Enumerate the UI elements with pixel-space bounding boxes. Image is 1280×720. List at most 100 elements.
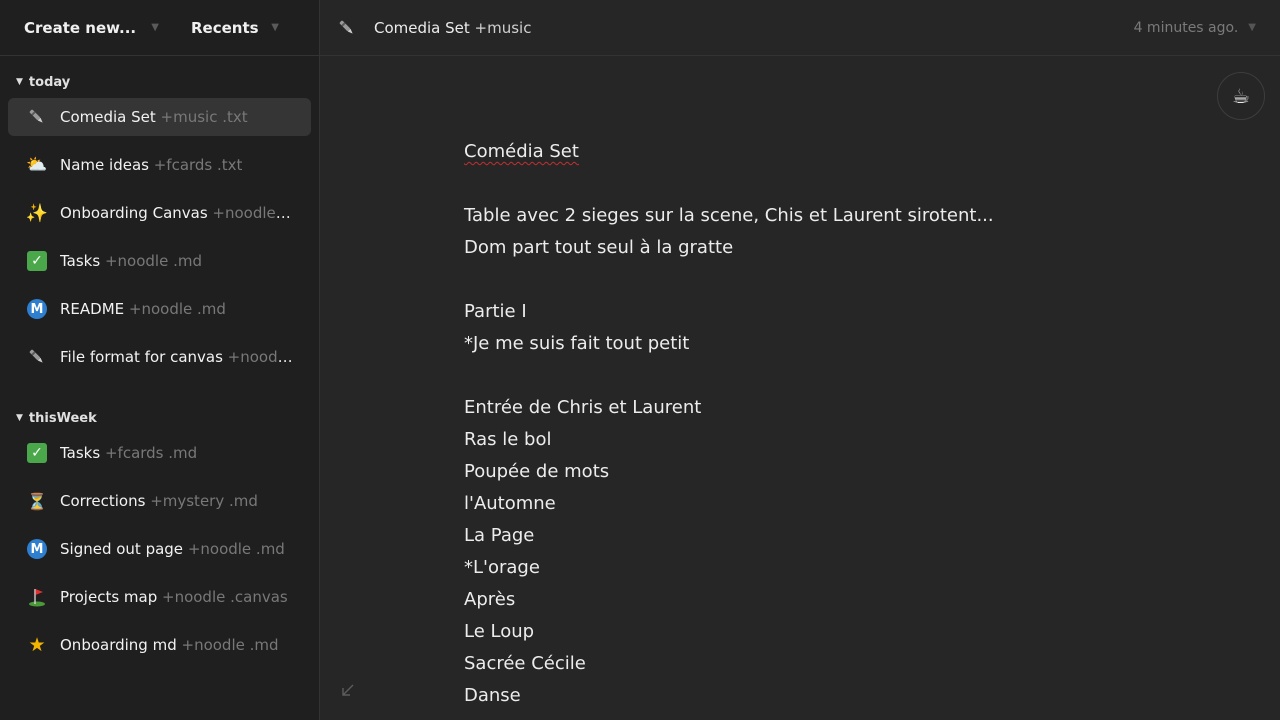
chevron-down-icon: ▼ — [1248, 22, 1256, 33]
sidebar-item-label: Corrections +mystery .md — [60, 492, 258, 510]
item-meta: +mystery .md — [145, 492, 258, 510]
pen-icon — [336, 17, 358, 39]
text-line: *Je me suis fait tout petit — [464, 333, 690, 354]
item-title: Tasks — [60, 444, 101, 462]
m-icon: M — [26, 538, 48, 560]
text-line: Ras le bol — [464, 429, 552, 450]
item-title: Name ideas — [60, 156, 149, 174]
section-header-thisWeek[interactable]: ▼ thisWeek — [0, 408, 319, 428]
sidebar-item-label: Tasks +noodle .md — [60, 252, 202, 270]
golf-flag-icon — [26, 586, 48, 608]
m-icon: M — [26, 298, 48, 320]
collapse-arrow-icon[interactable] — [340, 682, 358, 700]
sidebar-sections: ▼ today Comedia Set +music .txt ⛅ Name ideas… — [0, 72, 319, 664]
text-line: Sacrée Cécile — [464, 653, 586, 674]
sidebar-item[interactable]: M Signed out page +noodle .md — [8, 530, 311, 568]
recents-label: Recents — [191, 18, 259, 37]
item-title: Projects map — [60, 588, 158, 606]
sidebar-toolbar: Create new... ▼ Recents ▼ — [0, 0, 319, 56]
sidebar: Create new... ▼ Recents ▼ ▼ today Comedia … — [0, 0, 320, 720]
text-line — [464, 168, 1164, 200]
item-meta: +noodle .canvas — [157, 588, 288, 606]
sidebar-item-label: README +noodle .md — [60, 300, 226, 318]
sidebar-item[interactable]: ⛅ Name ideas +fcards .txt — [8, 146, 311, 184]
text-line: Danse — [464, 685, 521, 706]
create-new-button[interactable]: Create new... ▼ — [24, 19, 159, 37]
check-icon: ✓ — [26, 442, 48, 464]
chevron-down-icon: ▼ — [271, 22, 279, 33]
coffee-icon-button[interactable]: ☕ — [1217, 72, 1265, 120]
main-pane: Comedia Set +music 4 minutes ago. ▼ ☕ Co… — [320, 0, 1280, 720]
item-meta: +fcards .md — [100, 444, 198, 462]
sidebar-item-label: Comedia Set +music .txt — [60, 108, 248, 126]
item-meta: +noodle .md — [100, 252, 202, 270]
document-heading: Comédia Set — [464, 141, 579, 162]
item-meta: +noodle .md — [176, 636, 279, 654]
pen-icon — [26, 106, 48, 128]
document-editor[interactable]: Comédia Set Table avec 2 sieges sur la sc… — [464, 136, 1164, 712]
text-line: l'Automne — [464, 493, 556, 514]
item-title: README — [60, 300, 125, 318]
coffee-icon: ☕ — [1232, 84, 1250, 108]
caret-down-icon: ▼ — [16, 77, 23, 87]
text-line: Après — [464, 589, 516, 610]
sidebar-item[interactable]: ★ Onboarding md +noodle .md — [8, 626, 311, 664]
section-title: today — [28, 74, 71, 90]
item-title: Corrections — [60, 492, 146, 510]
sidebar-item-label: Signed out page +noodle .md — [60, 540, 285, 558]
sidebar-item[interactable]: ✨ Onboarding Canvas +noodle .c... — [8, 194, 311, 232]
item-title: Onboarding md — [60, 636, 177, 654]
text-line: Poupée de mots — [464, 461, 610, 482]
item-title: Onboarding Canvas — [60, 204, 208, 222]
sidebar-item-label: File format for canvas +noodle ... — [60, 348, 295, 366]
sidebar-item[interactable]: ⏳ Corrections +mystery .md — [8, 482, 311, 520]
item-title: Comedia Set — [60, 108, 156, 126]
sidebar-item[interactable]: Projects map +noodle .canvas — [8, 578, 311, 616]
text-line: Partie I — [464, 301, 527, 322]
updated-dropdown[interactable]: 4 minutes ago. ▼ — [1134, 20, 1264, 36]
updated-time: 4 minutes ago. — [1133, 19, 1239, 36]
document-title-text: Comedia Set — [374, 18, 470, 37]
hourglass-icon: ⏳ — [27, 491, 47, 511]
sidebar-item-label: Projects map +noodle .canvas — [60, 588, 288, 606]
sun-cloud-icon: ⛅ — [26, 155, 48, 175]
sidebar-item[interactable]: ✓ Tasks +noodle .md — [8, 242, 311, 280]
text-line: *L'orage — [464, 557, 540, 578]
document-title[interactable]: Comedia Set +music — [374, 19, 531, 37]
star-icon: ★ — [28, 634, 46, 656]
item-meta: +noodle .c... — [212, 204, 295, 222]
text-line: Entrée de Chris et Laurent — [464, 397, 702, 418]
section-header-today[interactable]: ▼ today — [0, 72, 319, 92]
sidebar-item[interactable]: ✓ Tasks +fcards .md — [8, 434, 311, 472]
item-title: Tasks — [60, 252, 101, 270]
document-header: Comedia Set +music 4 minutes ago. ▼ — [320, 0, 1280, 56]
sidebar-item-label: Onboarding md +noodle .md — [60, 636, 279, 654]
section-title: thisWeek — [28, 410, 97, 426]
sidebar-item[interactable]: File format for canvas +noodle ... — [8, 338, 311, 376]
recents-button[interactable]: Recents ▼ — [191, 19, 279, 37]
sparkles-icon: ✨ — [25, 202, 49, 224]
section-list: ✓ Tasks +fcards .md ⏳ Corrections +mystery … — [0, 434, 319, 664]
text-line — [464, 360, 1164, 392]
text-line — [464, 264, 1164, 296]
caret-down-icon: ▼ — [16, 413, 23, 423]
document-tag: +music — [469, 18, 532, 37]
text-line: Table avec 2 sieges sur la scene, Chis e… — [464, 205, 994, 226]
pen-icon — [26, 346, 48, 368]
item-meta: +music .txt — [155, 108, 248, 126]
check-icon: ✓ — [26, 250, 48, 272]
create-new-label: Create new... — [24, 18, 137, 37]
item-meta: +noodle .md — [183, 540, 285, 558]
sidebar-item[interactable]: M README +noodle .md — [8, 290, 311, 328]
chevron-down-icon: ▼ — [151, 22, 159, 33]
text-line: Le Loup — [464, 621, 535, 642]
item-title: Signed out page — [60, 540, 184, 558]
item-meta: +noodle ... — [227, 348, 295, 366]
sidebar-item-label: Name ideas +fcards .txt — [60, 156, 242, 174]
text-line: La Page — [464, 525, 535, 546]
sidebar-item-label: Onboarding Canvas +noodle .c... — [60, 204, 295, 222]
app-window: Create new... ▼ Recents ▼ ▼ today Comedia … — [0, 0, 1280, 720]
section-list: Comedia Set +music .txt ⛅ Name ideas +fcar… — [0, 98, 319, 376]
sidebar-item-label: Tasks +fcards .md — [60, 444, 197, 462]
sidebar-item[interactable]: Comedia Set +music .txt — [8, 98, 311, 136]
